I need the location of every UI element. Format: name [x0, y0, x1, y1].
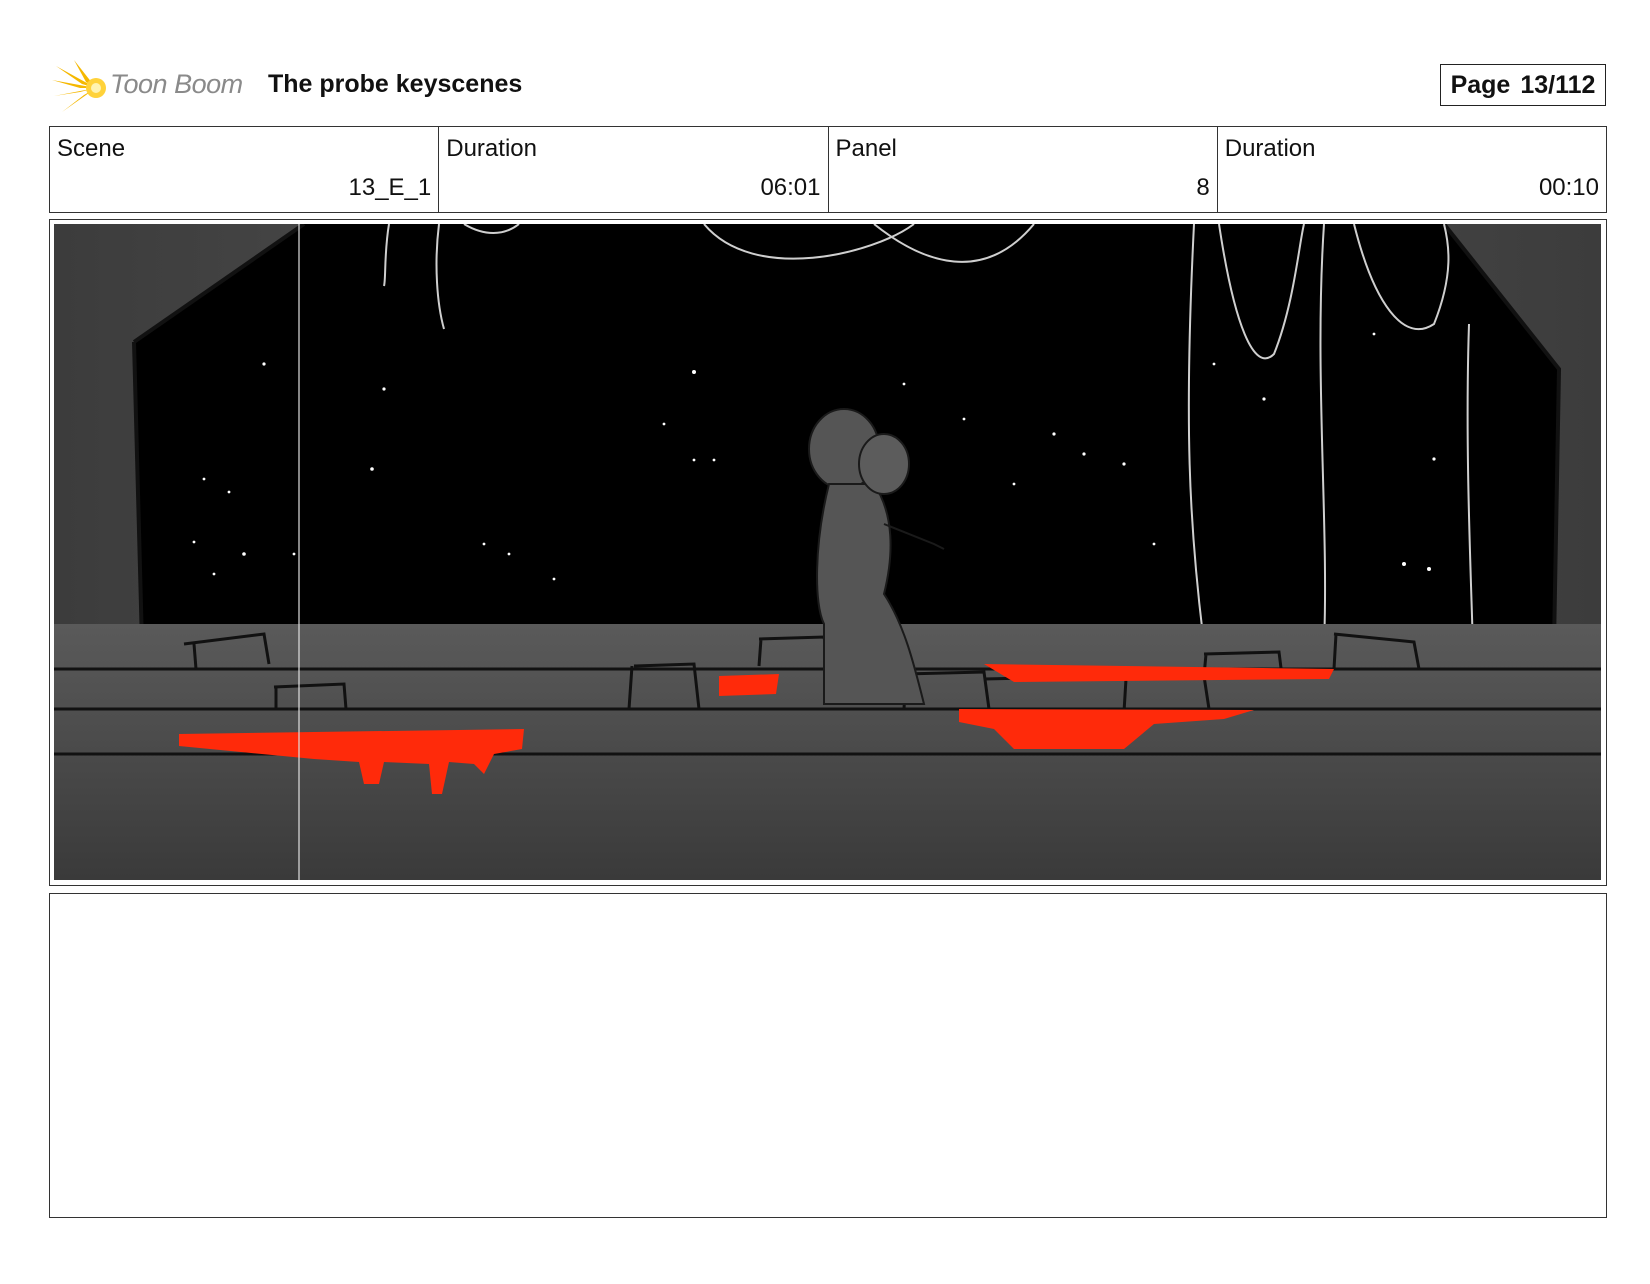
logo-text: Toon Boom [110, 69, 243, 99]
panel-cell: Panel 8 [829, 127, 1218, 212]
scene-label: Scene [57, 135, 126, 162]
panel-notes-box [49, 893, 1607, 1218]
scene-info-row: Scene 13_E_1 Duration 06:01 Panel 8 Dura… [49, 126, 1607, 213]
scene-duration-label: Duration [446, 135, 537, 162]
storyboard-panel [49, 219, 1607, 886]
panel-duration-label: Duration [1224, 135, 1316, 162]
panel-duration-value: 00:10 [1538, 174, 1599, 201]
panel-label: Panel [835, 135, 897, 162]
panel-duration-cell: Duration 00:10 [1218, 127, 1606, 212]
toon-boom-starburst-icon [52, 60, 106, 112]
scene-duration-value: 06:01 [760, 174, 821, 201]
toon-boom-logo: Toon Boom [52, 58, 252, 118]
storyboard-drawing [54, 224, 1601, 880]
panel-value: 8 [1196, 174, 1210, 201]
page-label: Page [1450, 70, 1511, 99]
scene-duration-cell: Duration 06:01 [439, 127, 829, 212]
scene-cell: Scene 13_E_1 [50, 127, 440, 212]
page-number: 13/112 [1520, 70, 1596, 99]
scene-value: 13_E_1 [348, 174, 432, 201]
page-indicator: Page 13/112 [1440, 64, 1606, 106]
document-title: The probe keyscenes [268, 70, 523, 98]
